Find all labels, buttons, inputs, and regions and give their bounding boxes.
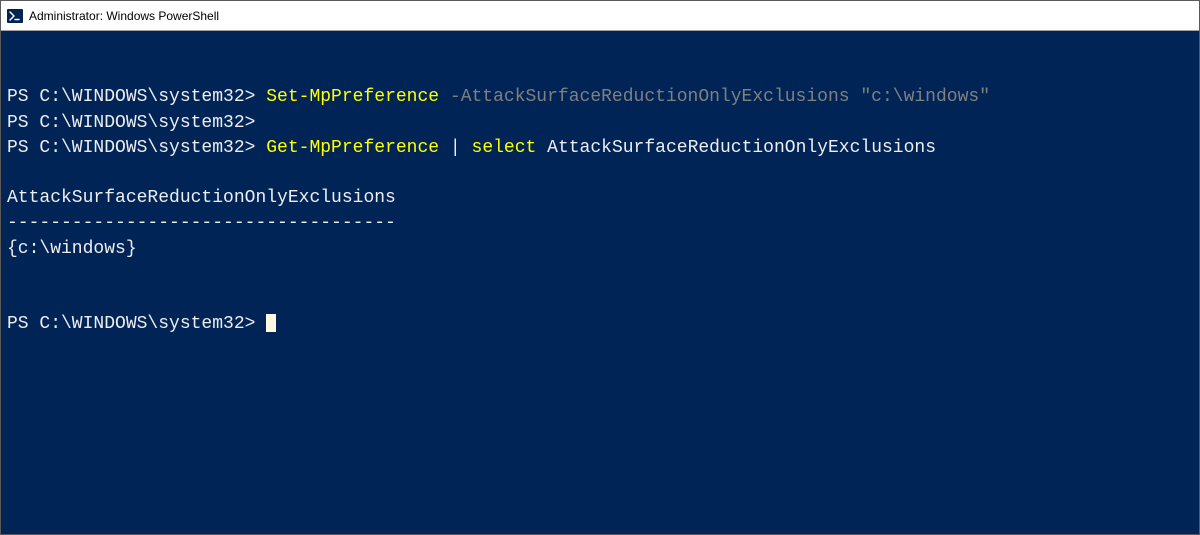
arg-text: AttackSurfaceReductionOnlyExclusions bbox=[547, 138, 936, 158]
plain-text bbox=[439, 138, 450, 158]
cursor bbox=[266, 314, 276, 332]
output-text: AttackSurfaceReductionOnlyExclusions bbox=[7, 188, 396, 208]
terminal-line: PS C:\WINDOWS\system32> bbox=[7, 111, 1193, 136]
terminal-line bbox=[7, 287, 1193, 312]
param-text: -AttackSurfaceReductionOnlyExclusions bbox=[450, 87, 850, 107]
terminal-line bbox=[7, 161, 1193, 186]
window-title: Administrator: Windows PowerShell bbox=[29, 9, 219, 23]
terminal-line bbox=[7, 60, 1193, 85]
titlebar[interactable]: Administrator: Windows PowerShell bbox=[1, 1, 1199, 31]
plain-text bbox=[439, 87, 450, 107]
paramval-text: "c:\windows" bbox=[860, 87, 990, 107]
plain-text bbox=[850, 87, 861, 107]
pipe-text: | bbox=[450, 138, 461, 158]
terminal-area[interactable]: PS C:\WINDOWS\system32> Set-MpPreference… bbox=[1, 31, 1199, 534]
output-text: {c:\windows} bbox=[7, 239, 137, 259]
terminal-line: PS C:\WINDOWS\system32> Get-MpPreference… bbox=[7, 136, 1193, 161]
plain-text bbox=[461, 138, 472, 158]
terminal-line bbox=[7, 35, 1193, 60]
cmdlet-text: Get-MpPreference bbox=[266, 138, 439, 158]
prompt: PS C:\WINDOWS\system32> bbox=[7, 138, 266, 158]
output-text: ------------------------------------ bbox=[7, 213, 396, 233]
terminal-line: PS C:\WINDOWS\system32> bbox=[7, 312, 1193, 337]
prompt: PS C:\WINDOWS\system32> bbox=[7, 113, 266, 133]
terminal-line: ------------------------------------ bbox=[7, 211, 1193, 236]
plain-text bbox=[536, 138, 547, 158]
keyword-text: select bbox=[472, 138, 537, 158]
prompt: PS C:\WINDOWS\system32> bbox=[7, 314, 266, 334]
terminal-line: {c:\windows} bbox=[7, 237, 1193, 262]
app-window: Administrator: Windows PowerShell PS C:\… bbox=[0, 0, 1200, 535]
terminal-line bbox=[7, 262, 1193, 287]
terminal-line: PS C:\WINDOWS\system32> Set-MpPreference… bbox=[7, 85, 1193, 110]
prompt: PS C:\WINDOWS\system32> bbox=[7, 87, 266, 107]
terminal-line: AttackSurfaceReductionOnlyExclusions bbox=[7, 186, 1193, 211]
powershell-icon bbox=[7, 8, 23, 24]
cmdlet-text: Set-MpPreference bbox=[266, 87, 439, 107]
